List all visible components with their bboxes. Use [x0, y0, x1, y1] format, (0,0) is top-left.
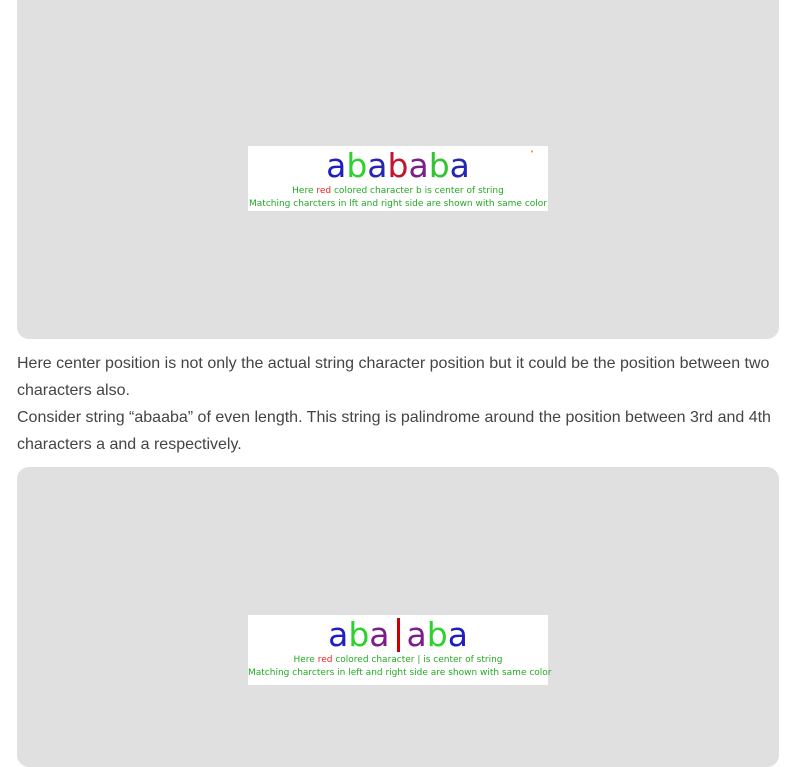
odd-word-letter: a: [367, 146, 388, 185]
figure2-caption-line1: Here red colored character | is center o…: [293, 655, 503, 665]
palindrome-word-even: aba aba: [248, 616, 548, 654]
even-right-letter: a: [447, 615, 468, 654]
image-panel-1: • abababa Here red colored character b i…: [17, 0, 779, 339]
orange-dot-mark: •: [529, 148, 534, 156]
figure1-caption-line2: Matching charcters in lft and right side…: [249, 199, 547, 209]
palindrome-even-figure: aba aba Here red colored character | is c…: [248, 615, 552, 685]
even-left-letter: a: [328, 615, 349, 654]
center-divider-bar: [396, 618, 400, 652]
odd-word-letter: a: [326, 146, 347, 185]
odd-word-letter: b: [346, 146, 368, 185]
paragraph-center-position: Here center position is not only the act…: [17, 355, 770, 399]
article-text: Here center position is not only the act…: [17, 350, 787, 458]
figure2-caption-line2: Matching charcters in left and right sid…: [248, 668, 552, 678]
odd-word-letter: b: [428, 146, 450, 185]
paragraph-even-length: Consider string “abaaba” of even length.…: [17, 409, 771, 453]
palindrome-word-odd: abababa: [248, 147, 548, 185]
odd-word-letter: a: [449, 146, 470, 185]
palindrome-odd-figure: • abababa Here red colored character b i…: [248, 146, 548, 211]
image-panel-2: aba aba Here red colored character | is c…: [17, 467, 779, 767]
even-left-letter: a: [369, 615, 390, 654]
even-left-letter: b: [348, 615, 370, 654]
even-right-letter: b: [426, 615, 448, 654]
even-right-letter: a: [406, 615, 427, 654]
odd-word-letter: a: [408, 146, 429, 185]
odd-word-letter: b: [387, 146, 409, 185]
figure1-caption-line1: Here red colored character b is center o…: [292, 186, 504, 196]
